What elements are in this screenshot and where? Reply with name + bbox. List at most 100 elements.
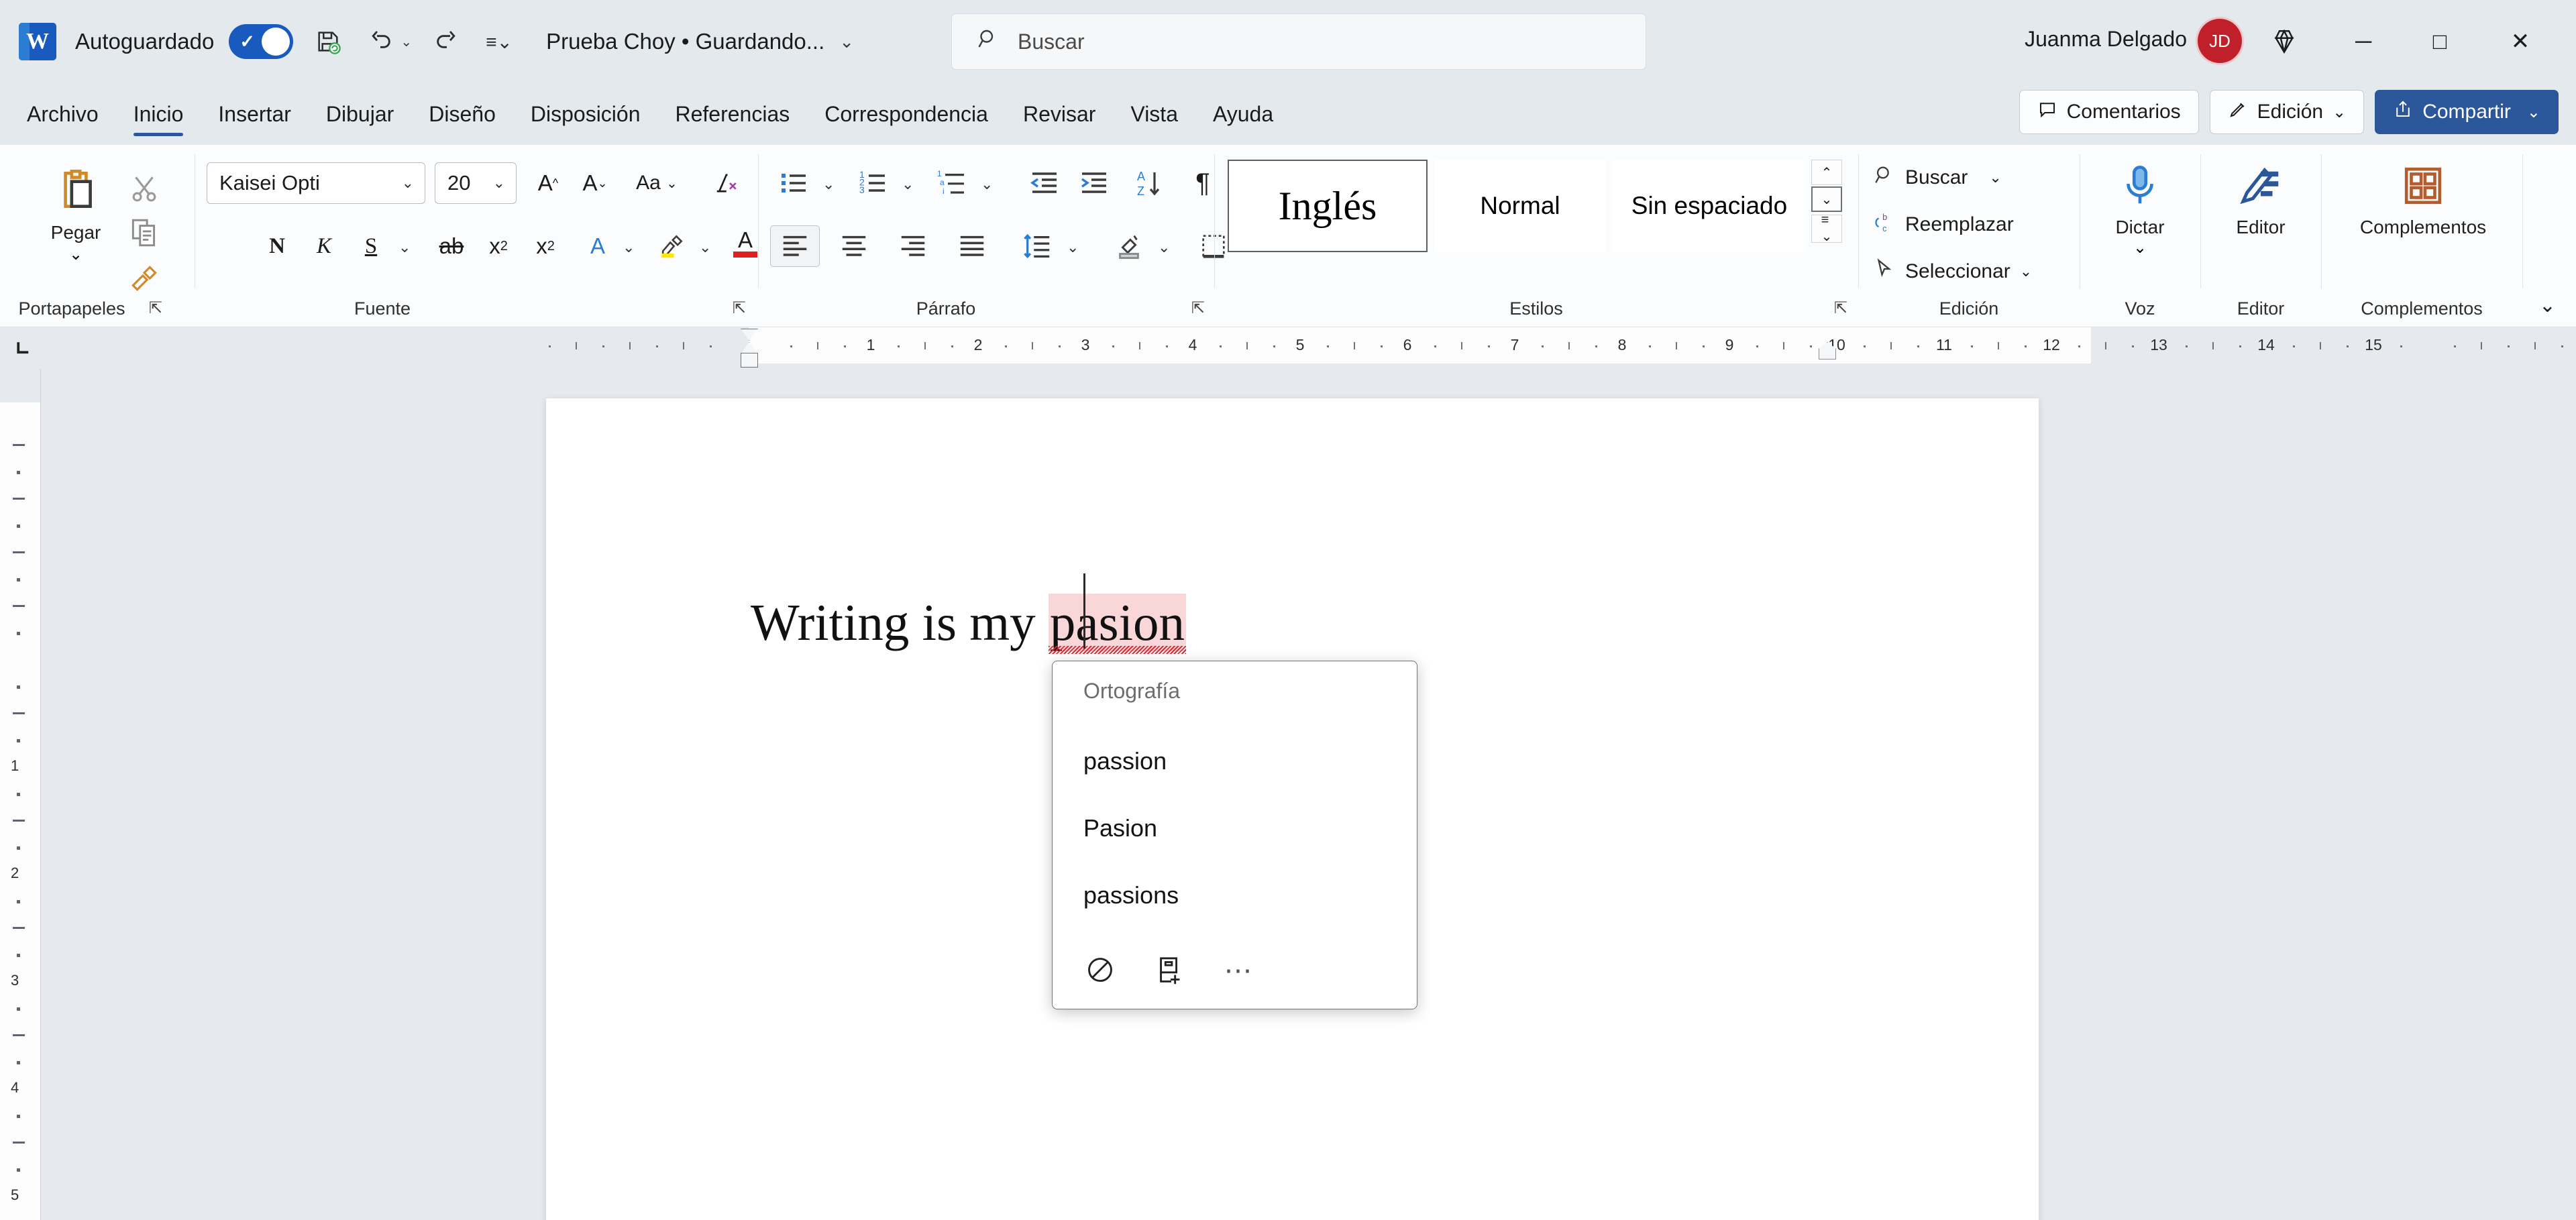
suggestion-item-2[interactable]: passions: [1053, 871, 1417, 920]
copy-icon[interactable]: [125, 213, 164, 252]
multilevel-list-icon[interactable]: 1 a i: [928, 162, 975, 204]
bold-button[interactable]: N: [256, 225, 298, 267]
italic-button[interactable]: K: [303, 225, 345, 267]
sort-az-icon[interactable]: A Z: [1124, 162, 1171, 204]
tab-diseno[interactable]: Diseño: [411, 83, 513, 145]
justify-icon[interactable]: [947, 225, 997, 267]
add-to-dictionary-icon[interactable]: [1146, 946, 1193, 993]
line-spacing-caret[interactable]: ⌄: [1067, 239, 1079, 256]
styles-dialog-launcher[interactable]: ⇱: [1834, 298, 1847, 318]
grow-font-icon[interactable]: A ^: [527, 162, 569, 204]
maximize-button[interactable]: □: [2403, 15, 2477, 68]
autosave-toggle[interactable]: ✓: [229, 24, 294, 59]
addins-button[interactable]: Complementos: [2340, 162, 2506, 238]
share-button[interactable]: Compartir ⌄: [2375, 90, 2559, 134]
text-effects-caret[interactable]: ⌄: [623, 239, 635, 256]
styles-group-label: Estilos: [1509, 298, 1563, 319]
more-ellipsis-icon[interactable]: ⋯: [1216, 946, 1263, 993]
numbering-caret[interactable]: ⌄: [902, 176, 914, 193]
style-item-ingles[interactable]: Inglés: [1228, 160, 1428, 252]
tab-referencias[interactable]: Referencias: [658, 83, 808, 145]
tab-dibujar[interactable]: Dibujar: [309, 83, 411, 145]
tab-revisar[interactable]: Revisar: [1006, 83, 1113, 145]
strikethrough-icon[interactable]: ab: [431, 225, 472, 267]
align-left-icon[interactable]: [770, 225, 820, 267]
text-effects-icon[interactable]: A: [577, 225, 619, 267]
paste-caret[interactable]: ⌄: [69, 245, 83, 264]
search-input[interactable]: Buscar: [951, 13, 1646, 70]
tab-ayuda[interactable]: Ayuda: [1195, 83, 1291, 145]
tab-stop-selector[interactable]: [5, 331, 43, 365]
suggestion-item-1[interactable]: Pasion: [1053, 803, 1417, 853]
tab-correspondencia[interactable]: Correspondencia: [807, 83, 1006, 145]
find-button[interactable]: Buscar ⌄: [1873, 164, 2002, 192]
font-size-combo[interactable]: 20 ⌄: [435, 162, 517, 204]
shrink-font-icon[interactable]: A ⌄: [574, 162, 616, 204]
avatar[interactable]: JD: [2198, 19, 2242, 63]
font-family-combo[interactable]: Kaisei Opti ⌄: [207, 162, 425, 204]
save-sync-icon[interactable]: [311, 24, 345, 59]
tab-vista[interactable]: Vista: [1113, 83, 1195, 145]
shading-icon[interactable]: [1104, 225, 1154, 267]
editing-mode-button[interactable]: Edición ⌄: [2209, 90, 2365, 134]
minimize-button[interactable]: ─: [2326, 15, 2400, 68]
microsoft-365-diamond-icon[interactable]: [2247, 15, 2321, 68]
close-button[interactable]: ✕: [2483, 15, 2557, 68]
ignore-circle-slash-icon[interactable]: [1077, 946, 1124, 993]
bullet-list-icon[interactable]: [770, 162, 817, 204]
increase-indent-icon[interactable]: [1071, 162, 1118, 204]
underline-caret[interactable]: ⌄: [398, 239, 411, 256]
tab-disposicion[interactable]: Disposición: [513, 83, 658, 145]
underline-button[interactable]: S: [350, 225, 392, 267]
tab-inicio[interactable]: Inicio: [116, 83, 201, 145]
customize-quick-access-icon[interactable]: ≡⌄: [482, 24, 517, 59]
tab-archivo[interactable]: Archivo: [9, 83, 116, 145]
align-center-icon[interactable]: [829, 225, 879, 267]
format-painter-icon[interactable]: [125, 258, 164, 296]
undo-icon[interactable]: [363, 24, 398, 59]
clear-formatting-icon[interactable]: [704, 162, 746, 204]
multilevel-caret[interactable]: ⌄: [981, 176, 993, 193]
tab-insertar[interactable]: Insertar: [201, 83, 308, 145]
decrease-indent-icon[interactable]: [1021, 162, 1068, 204]
subscript-icon[interactable]: x2: [478, 225, 519, 267]
horizontal-ruler[interactable]: 1 2 3 4 5 6 7 8 9 10 11 12 13 14 15: [0, 327, 2576, 369]
document-paragraph[interactable]: Writing is my pasion: [751, 593, 1186, 654]
style-item-normal[interactable]: Normal: [1434, 160, 1606, 252]
dictate-caret[interactable]: ⌄: [2133, 238, 2147, 258]
style-preview: Sin espaciado: [1631, 192, 1788, 219]
styles-more-button[interactable]: ≡ ⌄: [1811, 213, 1842, 244]
dictate-button[interactable]: Dictar ⌄: [2094, 162, 2186, 258]
styles-scroll-up-button[interactable]: ⌃: [1811, 160, 1842, 185]
text-highlight-icon[interactable]: [651, 225, 692, 267]
superscript-icon[interactable]: x2: [525, 225, 566, 267]
comments-button[interactable]: Comentarios: [2019, 90, 2199, 134]
undo-dropdown-caret[interactable]: ⌄: [400, 34, 412, 50]
spell-check-popup[interactable]: Ortografía passion Pasion passions ⋯: [1052, 661, 1417, 1009]
replace-button[interactable]: b c Reemplazar: [1873, 211, 2014, 239]
change-case-icon[interactable]: Aa ⌄: [628, 162, 686, 204]
paragraph-dialog-launcher[interactable]: ⇱: [1191, 298, 1205, 318]
highlight-caret[interactable]: ⌄: [699, 239, 711, 256]
line-spacing-icon[interactable]: [1013, 225, 1063, 267]
select-button[interactable]: Seleccionar ⌄: [1873, 258, 2032, 286]
numbered-list-icon[interactable]: 1 2 3: [849, 162, 896, 204]
find-caret[interactable]: ⌄: [1989, 169, 2001, 186]
redo-icon[interactable]: [429, 24, 464, 59]
align-right-icon[interactable]: [888, 225, 938, 267]
styles-scroll-down-button[interactable]: ⌄: [1811, 186, 1842, 212]
style-item-sin-espaciado[interactable]: Sin espaciado: [1613, 160, 1806, 252]
left-indent-marker[interactable]: [741, 353, 758, 368]
suggestion-item-0[interactable]: passion: [1053, 736, 1417, 786]
paste-button[interactable]: Pegar ⌄: [32, 165, 119, 264]
vertical-ruler[interactable]: 1 2 3 4 5: [0, 369, 40, 1220]
document-title-caret[interactable]: ⌄: [839, 32, 854, 52]
bullets-caret[interactable]: ⌄: [822, 176, 835, 193]
editor-button[interactable]: Editor: [2215, 162, 2306, 238]
collapse-ribbon-icon[interactable]: ⌄: [2539, 294, 2556, 317]
misspelled-word[interactable]: pasion: [1048, 594, 1186, 654]
select-caret[interactable]: ⌄: [2020, 263, 2032, 280]
shading-caret[interactable]: ⌄: [1158, 239, 1170, 256]
cut-icon[interactable]: [125, 169, 164, 208]
document-title[interactable]: Prueba Choy • Guardando...: [546, 29, 824, 54]
